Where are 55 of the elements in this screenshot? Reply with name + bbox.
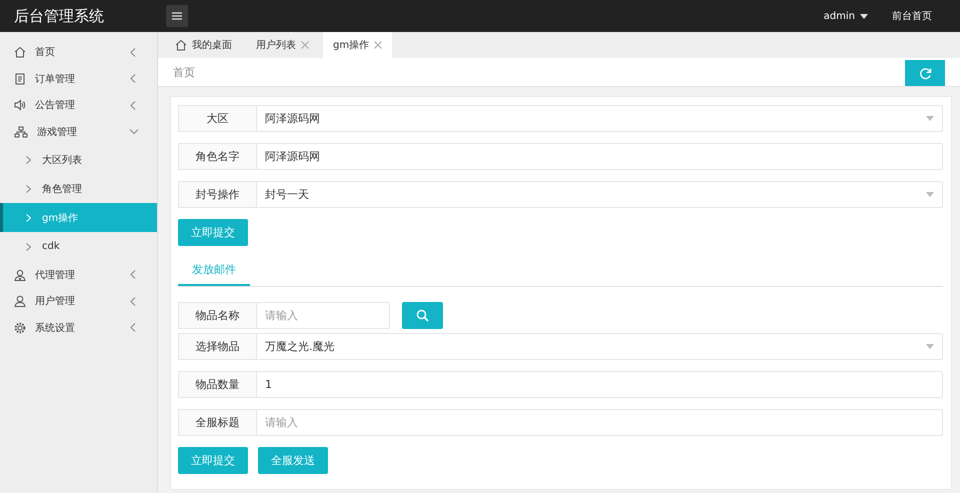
sidebar-item[interactable]: 用户管理: [0, 288, 157, 315]
field-label: 物品数量: [178, 371, 257, 398]
refresh-icon: [918, 66, 932, 80]
sidebar-subitem[interactable]: 角色管理: [0, 174, 157, 204]
user-menu[interactable]: admin: [824, 10, 868, 22]
sidebar-item[interactable]: 游戏管理: [0, 118, 157, 146]
sidebar-subitem[interactable]: cdk: [0, 232, 157, 262]
input-field[interactable]: 请输入: [257, 409, 943, 436]
menu-icon: [172, 12, 182, 20]
field-label: 角色名字: [178, 143, 257, 170]
sidebar-subitem[interactable]: 大区列表: [0, 145, 157, 174]
select-field[interactable]: 封号一天: [257, 181, 943, 208]
page-tab[interactable]: gm操作: [323, 32, 392, 58]
sidebar-item[interactable]: 首页: [0, 39, 157, 66]
field-label: 全服标题: [178, 409, 257, 436]
document-icon: [14, 72, 26, 85]
field-label: 物品名称: [178, 302, 257, 329]
speaker-icon: [14, 99, 26, 112]
sidebar-item[interactable]: 系统设置: [0, 314, 157, 342]
input-field[interactable]: 1: [257, 371, 943, 398]
search-icon: [416, 309, 429, 322]
sidebar-item[interactable]: 公告管理: [0, 92, 157, 119]
menu-button[interactable]: [166, 5, 188, 27]
sidebar-item[interactable]: 代理管理: [0, 261, 157, 288]
page-tab[interactable]: 我的桌面: [165, 32, 242, 58]
dropdown-caret-icon: [926, 116, 934, 121]
dropdown-caret-icon: [926, 344, 934, 349]
dropdown-caret-icon: [926, 192, 934, 197]
field-label: 大区: [178, 105, 257, 132]
field-label: 封号操作: [178, 181, 257, 208]
chevron-right-icon: [26, 156, 31, 164]
close-icon[interactable]: [374, 41, 382, 49]
home-icon: [175, 39, 187, 51]
close-icon[interactable]: [301, 41, 309, 49]
app-title: 后台管理系统: [13, 6, 105, 26]
select-field[interactable]: 阿泽源码网: [257, 105, 943, 132]
home-icon: [14, 46, 26, 58]
chevron-right-icon: [26, 184, 31, 193]
home-link[interactable]: 前台首页: [892, 9, 932, 23]
sidebar-item[interactable]: 订单管理: [0, 66, 157, 92]
refresh-button[interactable]: [905, 60, 945, 86]
chevron-right-icon: [26, 214, 31, 222]
chevron-right-icon: [26, 242, 31, 251]
user-icon: [14, 295, 26, 308]
input-field[interactable]: 阿泽源码网: [257, 143, 943, 170]
caret-icon: [860, 14, 868, 18]
person-icon: [14, 268, 26, 281]
input-field[interactable]: 请输入: [257, 302, 390, 329]
search-button[interactable]: [402, 302, 443, 329]
field-label: 选择物品: [178, 333, 257, 360]
page-tab[interactable]: 用户列表: [246, 32, 319, 58]
settings-icon: [14, 322, 26, 334]
breadcrumb[interactable]: 首页: [173, 64, 195, 80]
sitemap-icon: [14, 126, 28, 138]
select-field[interactable]: 万魔之光.魔光: [257, 333, 943, 360]
